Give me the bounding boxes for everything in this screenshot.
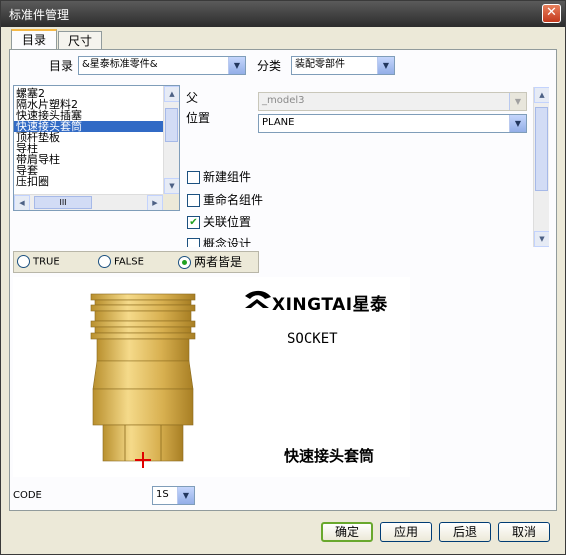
list-horizontal-scrollbar[interactable]: ◀ III ▶ (14, 194, 163, 210)
code-label: CODE (13, 490, 42, 501)
back-button[interactable]: 后退 (439, 522, 491, 542)
list-item[interactable]: 压扣圈 (14, 176, 163, 187)
radio-label: TRUE (33, 256, 60, 268)
chevron-down-icon[interactable]: ▼ (509, 93, 526, 110)
ok-button[interactable]: 确定 (321, 522, 373, 542)
chevron-down-icon[interactable]: ▼ (377, 57, 394, 74)
checkbox-label: 概念设计 (203, 237, 252, 247)
radio-group: TRUE FALSE 两者皆是 (13, 251, 259, 273)
checkbox-rename-component[interactable]: 重命名组件 (187, 193, 263, 209)
parent-label: 父 (186, 91, 199, 105)
checkbox-new-component[interactable]: 新建组件 (187, 170, 251, 186)
category-label: 分类 (257, 59, 282, 73)
chevron-up-icon[interactable]: ▲ (534, 87, 549, 103)
chevron-down-icon[interactable]: ▼ (509, 115, 526, 132)
dialog-window: 标准件管理 ✕ 目录 尺寸 目录 &星泰标准零件& ▼ 分类 装配零部件 ▼ 螺… (0, 0, 566, 555)
chevron-down-icon[interactable]: ▼ (177, 487, 194, 504)
scroll-thumb[interactable] (535, 107, 548, 191)
chevron-right-icon[interactable]: ▶ (147, 195, 163, 210)
checkbox-box[interactable] (187, 171, 200, 184)
part-name-text: 快速接头套筒 (284, 447, 375, 465)
chevron-down-icon[interactable]: ▼ (228, 57, 245, 74)
properties-pane: 父 位置 _model3 ▼ PLANE ▼ 新建组件 重命名组件 ✔ 关联位置 … (184, 87, 549, 247)
part-preview: XINGTAI星泰 SOCKET 快速接头套筒 (13, 277, 410, 477)
checkbox-box[interactable] (187, 194, 200, 207)
checkbox-label: 重命名组件 (203, 193, 264, 207)
chevron-left-icon[interactable]: ◀ (14, 195, 30, 210)
position-value: PLANE (262, 117, 295, 128)
radio-button[interactable] (17, 255, 30, 268)
part-code-text: SOCKET (287, 331, 338, 347)
checkbox-label: 关联位置 (203, 215, 252, 229)
parts-list[interactable]: 螺塞2 隔水片塑料2 快速接头插塞 快速接头套筒 顶杆垫板 导柱 带肩导柱 导套 压扣圈 ▲ ▼… (13, 85, 180, 211)
cancel-button[interactable]: 取消 (498, 522, 550, 542)
brand-text: XINGTAI星泰 (272, 295, 388, 315)
position-label: 位置 (186, 111, 211, 125)
radio-button[interactable] (98, 255, 111, 268)
catalog-label: 目录 (49, 59, 74, 73)
apply-button[interactable]: 应用 (380, 522, 432, 542)
parent-value: _model3 (262, 95, 305, 106)
category-value: 装配零部件 (295, 59, 345, 70)
radio-label: FALSE (114, 256, 144, 268)
radio-label: 两者皆是 (194, 255, 243, 269)
radio-true[interactable]: TRUE (17, 255, 60, 270)
position-select[interactable]: PLANE ▼ (258, 114, 527, 133)
code-value: 1S (156, 489, 169, 500)
check-icon[interactable]: ✔ (187, 216, 200, 229)
scroll-corner (163, 194, 179, 210)
radio-button[interactable] (178, 256, 191, 269)
category-select[interactable]: 装配零部件 ▼ (291, 56, 395, 75)
xingtai-logo-icon (245, 290, 271, 308)
scroll-thumb[interactable]: III (34, 196, 92, 209)
tab-catalog[interactable]: 目录 (11, 29, 57, 51)
tab-size[interactable]: 尺寸 (58, 31, 102, 51)
radio-both[interactable]: 两者皆是 (178, 255, 242, 269)
chevron-down-icon[interactable]: ▼ (164, 178, 179, 194)
checkbox-concept-design[interactable]: 概念设计 (187, 237, 251, 247)
chevron-up-icon[interactable]: ▲ (164, 86, 179, 102)
radio-false[interactable]: FALSE (98, 255, 144, 270)
properties-vertical-scrollbar[interactable]: ▲ ▼ (533, 87, 549, 247)
checkbox-label: 新建组件 (203, 170, 252, 184)
window-title: 标准件管理 (9, 8, 70, 22)
catalog-select[interactable]: &星泰标准零件& ▼ (78, 56, 246, 75)
code-select[interactable]: 1S ▼ (152, 486, 195, 505)
list-vertical-scrollbar[interactable]: ▲ ▼ (163, 86, 179, 194)
checkbox-associate-position[interactable]: ✔ 关联位置 (187, 215, 251, 231)
parent-select[interactable]: _model3 ▼ (258, 92, 527, 111)
close-icon[interactable]: ✕ (542, 4, 561, 23)
catalog-value: &星泰标准零件& (82, 59, 158, 70)
scroll-thumb[interactable] (165, 108, 178, 142)
chevron-down-icon[interactable]: ▼ (534, 231, 549, 247)
title-bar[interactable]: 标准件管理 ✕ (1, 1, 565, 27)
checkbox-box[interactable] (187, 238, 200, 247)
